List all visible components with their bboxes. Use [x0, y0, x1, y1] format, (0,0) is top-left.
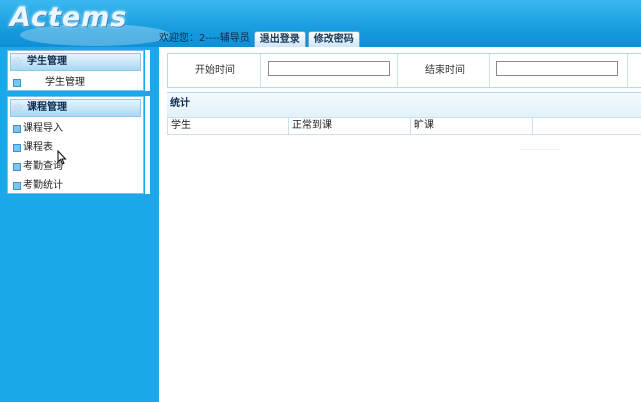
- student-management-panel: ✩ 学生管理 学生管理: [7, 50, 144, 91]
- end-time-input[interactable]: [496, 61, 618, 76]
- stats-table-header: 学生 正常到课 旷课: [167, 118, 641, 135]
- divider: [260, 54, 261, 87]
- welcome-text: 欢迎您：2----辅导员: [159, 33, 250, 44]
- logout-button[interactable]: 退出登录: [253, 31, 306, 47]
- star-icon: ✩: [13, 101, 23, 114]
- star-icon: ✩: [13, 55, 23, 68]
- stats-panel: 统计 学生 正常到课 旷课: [167, 92, 641, 147]
- bullet-icon: [13, 144, 21, 152]
- end-time-label: 结束时间: [425, 65, 465, 76]
- column-header-absent: 旷课: [414, 120, 434, 131]
- column-separator: [410, 118, 411, 134]
- column-header-attended: 正常到课: [292, 120, 332, 131]
- stats-title: 统计: [167, 93, 641, 118]
- column-separator: [288, 118, 289, 134]
- column-separator: [532, 118, 533, 134]
- bullet-icon: [13, 79, 21, 87]
- sidebar-item-label: 课程表: [23, 142, 53, 153]
- sidebar-item-label: 考勤统计: [23, 180, 63, 191]
- bullet-icon: [13, 125, 21, 133]
- main-content: 开始时间 结束时间 统计 学生 正常到课 旷课: [159, 47, 641, 402]
- sidebar-item-label: 课程导入: [23, 123, 63, 134]
- app-logo: Actems: [10, 2, 128, 33]
- panel-title-label: 课程管理: [27, 102, 67, 113]
- header-user-area: 欢迎您：2----辅导员 退出登录 修改密码: [159, 30, 360, 47]
- change-password-button[interactable]: 修改密码: [307, 31, 360, 47]
- panel-edge: [145, 50, 150, 91]
- sidebar: ✩ 学生管理 学生管理 ✩ 课程管理 课程导入 课程表 考勤查询 考勤统计: [0, 47, 159, 402]
- date-filter-bar: 开始时间 结束时间: [167, 53, 641, 88]
- divider: [397, 54, 398, 87]
- panel-title-label: 学生管理: [27, 56, 67, 67]
- divider: [627, 54, 628, 87]
- course-management-panel: ✩ 课程管理 课程导入 课程表 考勤查询 考勤统计: [7, 96, 144, 194]
- column-header-student: 学生: [171, 120, 191, 131]
- faint-line: [519, 149, 559, 150]
- bullet-icon: [13, 182, 21, 190]
- sidebar-item-course-import[interactable]: 课程导入: [8, 119, 143, 138]
- student-management-header[interactable]: ✩ 学生管理: [10, 53, 141, 71]
- sidebar-item-attendance-stats[interactable]: 考勤统计: [8, 176, 143, 195]
- mouse-cursor-icon: [57, 150, 67, 165]
- course-management-header[interactable]: ✩ 课程管理: [10, 99, 141, 117]
- header-bar: Actems 欢迎您：2----辅导员 退出登录 修改密码: [0, 0, 641, 47]
- sidebar-item-label: 学生管理: [45, 77, 85, 88]
- panel-edge: [145, 96, 150, 194]
- start-time-input[interactable]: [268, 61, 390, 76]
- sidebar-item-student-management[interactable]: 学生管理: [8, 73, 143, 92]
- divider: [489, 54, 490, 87]
- sidebar-item-attendance-query[interactable]: 考勤查询: [8, 157, 143, 176]
- bullet-icon: [13, 163, 21, 171]
- sidebar-item-course-schedule[interactable]: 课程表: [8, 138, 143, 157]
- start-time-label: 开始时间: [195, 65, 235, 76]
